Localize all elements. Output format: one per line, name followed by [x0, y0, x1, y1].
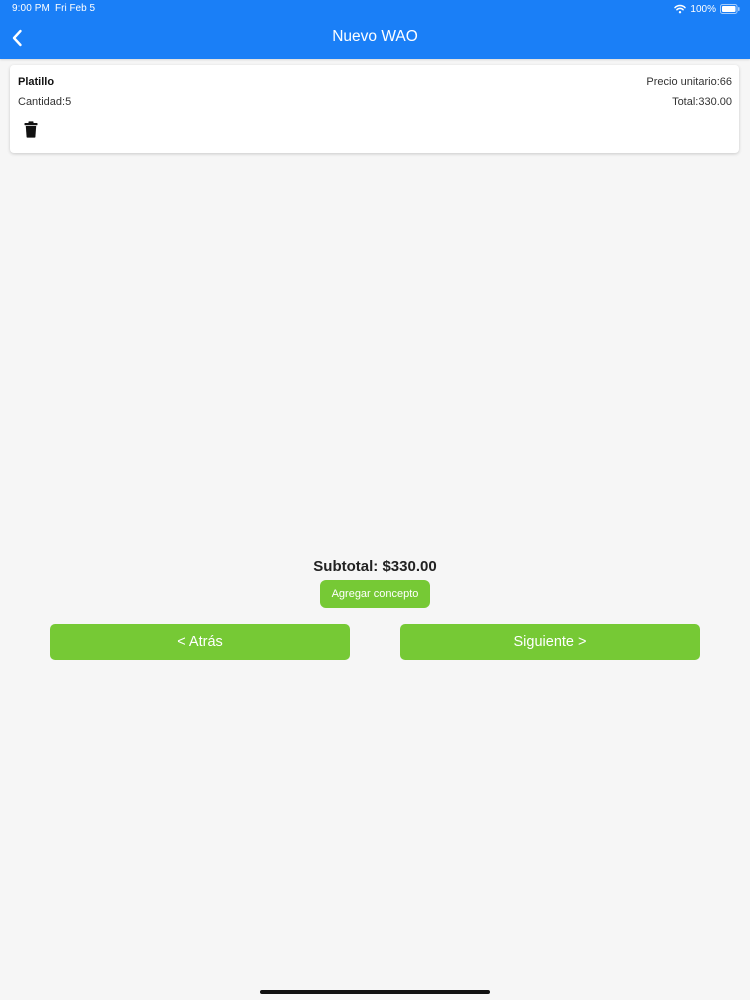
back-button[interactable]: < Atrás [50, 624, 350, 660]
page-title: Nuevo WAO [332, 28, 418, 45]
item-total: Total:330.00 [672, 96, 732, 108]
item-quantity: Cantidad:5 [18, 96, 72, 108]
battery-percent: 100% [690, 3, 716, 15]
item-card: Platillo Cantidad:5 Precio unitario:66 T… [10, 65, 739, 153]
status-indicators: 100% [674, 2, 740, 16]
home-indicator [260, 990, 490, 994]
add-concept-button[interactable]: Agregar concepto [320, 580, 430, 608]
status-date: Fri Feb 5 [55, 3, 96, 14]
subtotal: Subtotal: $330.00 [313, 558, 437, 575]
next-button[interactable]: Siguiente > [400, 624, 700, 660]
trash-icon[interactable] [24, 121, 38, 138]
item-name: Platillo [18, 76, 55, 88]
top-bar: 9:00 PM Fri Feb 5 100% Nuevo WAO [0, 0, 750, 59]
item-unit-price: Precio unitario:66 [646, 76, 732, 88]
battery-icon [720, 4, 740, 14]
status-time: 9:00 PM [12, 3, 50, 14]
wifi-icon [674, 4, 687, 14]
